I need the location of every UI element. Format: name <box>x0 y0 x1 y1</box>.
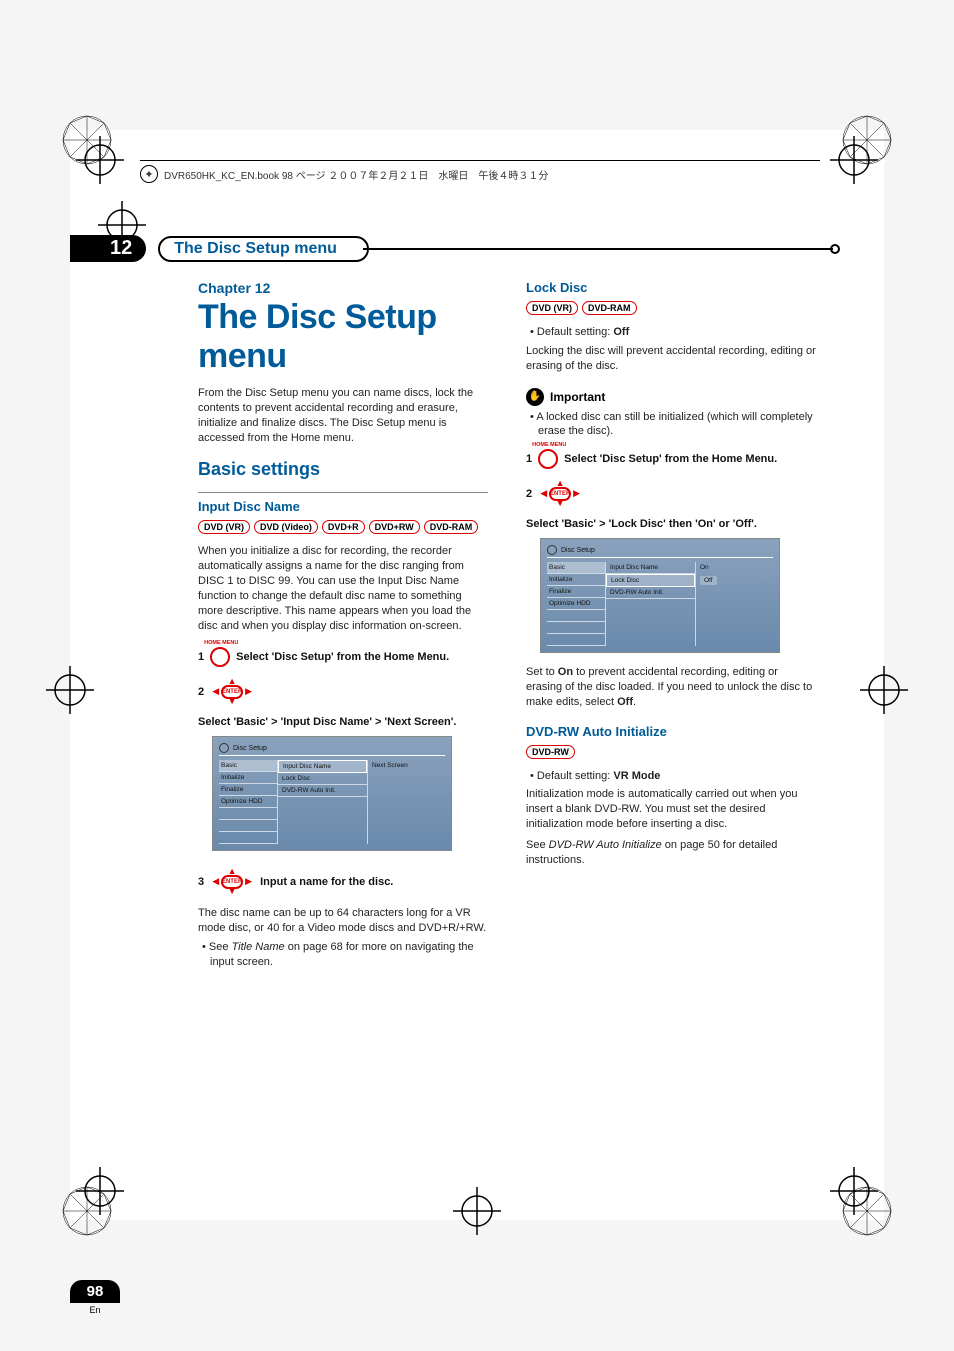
home-menu-button-icon: HOME MENU <box>210 647 230 667</box>
ui-sidebar: Basic Initialize Finalize Optimize HDD <box>547 562 605 646</box>
disc-icon <box>219 743 229 753</box>
step-2: 2 ▲ ◀ENTER▶ ▼ Select 'Basic' > 'Input Di… <box>198 673 488 728</box>
step-number: 1 <box>526 453 532 465</box>
step-number: 1 <box>198 651 204 663</box>
important-label: Important <box>550 390 605 404</box>
section-basic-settings: Basic settings <box>198 459 488 480</box>
para-see-auto: See DVD-RW Auto Initialize on page 50 fo… <box>526 838 816 868</box>
home-menu-button-icon: HOME MENU <box>538 449 558 469</box>
chapter-title-pill: The Disc Setup menu <box>158 236 369 262</box>
heading-auto-init: DVD-RW Auto Initialize <box>526 724 816 739</box>
heading-lock-disc: Lock Disc <box>526 280 816 295</box>
step-number: 2 <box>198 686 204 698</box>
para-lock: Locking the disc will prevent accidental… <box>526 344 816 374</box>
warning-icon: ✋ <box>526 388 544 406</box>
ui-screenshot-1: Disc Setup Basic Initialize Finalize Opt… <box>212 736 452 851</box>
chapter-rule <box>363 248 833 250</box>
badge: DVD (VR) <box>198 520 250 534</box>
badge: DVD-RW <box>526 745 575 759</box>
right-column: Lock Disc DVD (VR) DVD-RAM Default setti… <box>526 280 816 973</box>
step-2-right-text: Select 'Basic' > 'Lock Disc' then 'On' o… <box>526 518 757 530</box>
bullet-default-lock: Default setting: Off <box>538 325 816 340</box>
step-2-text: Select 'Basic' > 'Input Disc Name' > 'Ne… <box>198 716 456 728</box>
step-1-right-text: Select 'Disc Setup' from the Home Menu. <box>564 453 777 465</box>
radial-mark-icon <box>842 115 892 165</box>
radial-mark-icon <box>842 1186 892 1236</box>
chapter-small-label: Chapter 12 <box>198 280 488 296</box>
badges-auto: DVD-RW <box>526 745 816 759</box>
enter-button-icon: ▲ ◀ENTER▶ ▼ <box>210 679 254 704</box>
para-set-on-off: Set to On to prevent accidental recordin… <box>526 665 816 710</box>
intro-paragraph: From the Disc Setup menu you can name di… <box>198 386 488 445</box>
ui-mid: Input Disc Name Lock Disc DVD-RW Auto In… <box>277 760 367 844</box>
bullet-see-title-name: See Title Name on page 68 for more on na… <box>210 940 488 970</box>
ui-screenshot-2: Disc Setup Basic Initialize Finalize Opt… <box>540 538 780 653</box>
home-menu-label: HOME MENU <box>204 640 238 646</box>
ui-sidebar: Basic Initialize Finalize Optimize HDD <box>219 760 277 844</box>
page-lang: En <box>70 1303 120 1315</box>
enter-button-icon: ▲ ◀ENTER▶ ▼ <box>538 481 582 506</box>
step-number: 3 <box>198 876 204 888</box>
badge: DVD (VR) <box>526 301 578 315</box>
badge: DVD+R <box>322 520 365 534</box>
home-menu-label: HOME MENU <box>532 442 566 448</box>
ui-right: On Off <box>695 562 773 646</box>
badge: DVD-RAM <box>424 520 479 534</box>
step-3: 3 ▲ ◀ENTER▶ ▼ Input a name for the disc. <box>198 863 488 900</box>
para-step3: The disc name can be up to 64 characters… <box>198 906 488 936</box>
ui-title: Disc Setup <box>561 547 595 554</box>
chapter-header-bar: 12 The Disc Setup menu <box>70 235 840 262</box>
ui-title: Disc Setup <box>233 745 267 752</box>
print-job-header: ✦ DVR650HK_KC_EN.book 98 ページ ２００７年２月２１日 … <box>140 160 820 183</box>
step-number: 2 <box>526 488 532 500</box>
step-1: 1 HOME MENU Select 'Disc Setup' from the… <box>198 647 488 667</box>
badges-input: DVD (VR) DVD (Video) DVD+R DVD+RW DVD-RA… <box>198 520 488 534</box>
chapter-number-badge: 12 <box>70 235 146 262</box>
radial-mark-icon <box>62 115 112 165</box>
page-number-block: 98 En <box>70 1280 120 1315</box>
para-auto: Initialization mode is automatically car… <box>526 787 816 832</box>
page-number: 98 <box>70 1280 120 1303</box>
important-callout: ✋ Important <box>526 388 816 406</box>
step-2-right: 2 ▲ ◀ENTER▶ ▼ Select 'Basic' > 'Lock Dis… <box>526 475 816 530</box>
step-1-text: Select 'Disc Setup' from the Home Menu. <box>236 651 449 663</box>
badge: DVD+RW <box>369 520 420 534</box>
bullet-default-auto: Default setting: VR Mode <box>538 769 816 784</box>
print-mark-icon: ✦ <box>140 165 158 183</box>
disc-icon <box>547 545 557 555</box>
step-3-text: Input a name for the disc. <box>260 876 393 888</box>
section-rule <box>198 492 488 493</box>
badges-lock: DVD (VR) DVD-RAM <box>526 301 816 315</box>
para-input-disc-name: When you initialize a disc for recording… <box>198 544 488 633</box>
ui-mid: Input Disc Name Lock Disc DVD-RW Auto In… <box>605 562 695 646</box>
content-columns: Chapter 12 The Disc Setup menu From the … <box>198 280 818 973</box>
badge: DVD (Video) <box>254 520 318 534</box>
step-1-right: 1 HOME MENU Select 'Disc Setup' from the… <box>526 449 816 469</box>
print-job-text: DVR650HK_KC_EN.book 98 ページ ２００７年２月２１日 水曜… <box>164 167 548 182</box>
chapter-big-title: The Disc Setup menu <box>198 298 488 376</box>
ui-right: Next Screen <box>367 760 445 844</box>
badge: DVD-RAM <box>582 301 637 315</box>
bullet-important: A locked disc can still be initialized (… <box>538 410 816 440</box>
radial-mark-icon <box>62 1186 112 1236</box>
chapter-dot-icon <box>830 244 840 254</box>
heading-input-disc-name: Input Disc Name <box>198 499 488 514</box>
left-column: Chapter 12 The Disc Setup menu From the … <box>198 280 488 973</box>
enter-button-icon: ▲ ◀ENTER▶ ▼ <box>210 869 254 894</box>
